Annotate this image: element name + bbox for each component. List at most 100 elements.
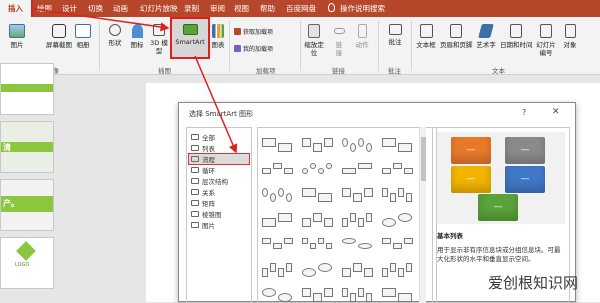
smartart-layout-thumbnail[interactable]: [382, 234, 418, 256]
smartart-layout-thumbnail[interactable]: [302, 234, 338, 256]
layout-shape: [353, 193, 362, 202]
tab-review[interactable]: 审阅: [210, 3, 225, 14]
smartart-layout-thumbnail[interactable]: [302, 284, 338, 302]
textbox-button[interactable]: 文本框: [414, 19, 438, 65]
tab-insert[interactable]: 插入: [0, 0, 33, 19]
category-process[interactable]: 流程: [188, 153, 250, 165]
smartart-layout-thumbnail[interactable]: [382, 209, 418, 231]
smartart-layout-thumbnail[interactable]: [262, 209, 298, 231]
category-matrix[interactable]: 矩阵: [189, 198, 249, 208]
smartart-layout-thumbnail[interactable]: [262, 284, 298, 302]
category-picture[interactable]: 图片: [189, 220, 249, 230]
category-relationship[interactable]: 关系: [189, 187, 249, 197]
get-addins-button[interactable]: 获取加载项: [234, 27, 273, 36]
layout-shape: [318, 238, 324, 244]
category-all[interactable]: 全部: [189, 132, 249, 142]
photo-album-button[interactable]: 相册: [72, 19, 94, 65]
layout-shape: [358, 288, 364, 297]
tell-me-search[interactable]: 操作说明搜索: [340, 3, 385, 14]
smartart-layout-thumbnail[interactable]: [302, 134, 338, 156]
smartart-layout-thumbnail[interactable]: [302, 259, 338, 281]
comment-button[interactable]: 批注: [384, 19, 406, 65]
slide-thumbnail[interactable]: LOGO: [0, 237, 54, 289]
layout-shape: [262, 288, 276, 297]
gallery-scrollbar[interactable]: [419, 127, 426, 303]
smartart-layout-thumbnail[interactable]: [342, 134, 378, 156]
category-list-item[interactable]: 列表: [189, 143, 249, 153]
smartart-layout-thumbnail[interactable]: [382, 134, 418, 156]
category-hierarchy[interactable]: 层次结构: [189, 176, 249, 186]
my-addins-button[interactable]: 我的加载项: [234, 44, 273, 53]
photo-album-icon: [75, 24, 91, 38]
smartart-layout-thumbnail[interactable]: [262, 134, 298, 156]
layout-shape: [318, 263, 332, 272]
smartart-layout-thumbnail[interactable]: [342, 184, 378, 206]
tab-record[interactable]: 录制: [184, 3, 199, 14]
header-footer-button[interactable]: 页眉和页脚: [440, 19, 473, 65]
smartart-layout-thumbnail[interactable]: [382, 259, 418, 281]
preview-box-gray: —: [505, 137, 545, 164]
smartart-layout-thumbnail[interactable]: [262, 159, 298, 181]
layout-shape: [358, 243, 372, 249]
tab-animations[interactable]: 动画: [113, 3, 128, 14]
slide-number-button[interactable]: 幻灯片 编号: [534, 19, 558, 65]
smartart-layout-thumbnail[interactable]: [382, 184, 418, 206]
icons-button[interactable]: 图标: [127, 19, 147, 65]
layout-shape: [398, 268, 404, 277]
group-separator: [99, 21, 100, 71]
smartart-layout-thumbnail[interactable]: [342, 284, 378, 302]
smartart-layout-thumbnail[interactable]: [262, 259, 298, 281]
smartart-layout-thumbnail[interactable]: [342, 209, 378, 231]
layout-shape: [358, 163, 372, 169]
smartart-layout-thumbnail[interactable]: [342, 159, 378, 181]
tab-transitions[interactable]: 切换: [88, 3, 103, 14]
tab-slideshow[interactable]: 幻灯片放映: [140, 3, 178, 14]
smartart-layout-thumbnail[interactable]: [302, 209, 338, 231]
store-icon: [234, 28, 241, 35]
tab-design[interactable]: 设计: [62, 3, 77, 14]
layout-shape: [342, 188, 351, 197]
tab-view[interactable]: 视图: [234, 3, 249, 14]
addins-group-label: 加载项: [256, 67, 276, 75]
link-button[interactable]: 链 接: [330, 19, 348, 65]
tab-baidu-pan[interactable]: 百度网盘: [286, 3, 316, 14]
action-button[interactable]: 动作: [352, 19, 372, 65]
picture-button[interactable]: 图片: [4, 19, 30, 65]
layout-shape: [278, 213, 292, 222]
smartart-layout-thumbnail[interactable]: [382, 284, 418, 302]
category-cycle[interactable]: 循环: [189, 165, 249, 175]
zoom-icon: [308, 24, 320, 38]
zoom-button[interactable]: 缩放定 位: [302, 19, 326, 65]
smartart-layout-thumbnail[interactable]: [342, 259, 378, 281]
smartart-layout-thumbnail[interactable]: [382, 159, 418, 181]
category-icon: [191, 189, 199, 195]
layout-shape: [302, 238, 308, 244]
tab-draw[interactable]: 绘图: [37, 3, 52, 14]
slide-thumbnail[interactable]: 产。: [0, 179, 54, 231]
smartart-layout-thumbnail[interactable]: [342, 234, 378, 256]
chart-button[interactable]: 图表: [209, 19, 227, 65]
layout-shape: [326, 243, 332, 249]
smartart-layout-thumbnail[interactable]: [262, 234, 298, 256]
textbox-icon: [419, 24, 433, 38]
scrollbar-thumb[interactable]: [421, 137, 426, 181]
help-button[interactable]: ?: [522, 108, 526, 117]
object-button[interactable]: 对象: [560, 19, 580, 65]
category-pyramid[interactable]: 棱锥图: [189, 209, 249, 219]
shapes-button[interactable]: 形状: [104, 19, 126, 65]
smartart-button[interactable]: SmartArt: [170, 17, 210, 59]
wordart-button[interactable]: 艺术字: [474, 19, 498, 65]
slide-thumbnail[interactable]: 清: [0, 121, 54, 173]
smartart-layout-thumbnail[interactable]: [262, 184, 298, 206]
link-icon: [333, 28, 345, 34]
close-button[interactable]: ✕: [552, 107, 560, 117]
tab-help[interactable]: 帮助: [260, 3, 275, 14]
layout-shape: [358, 138, 364, 147]
layout-shape: [398, 213, 412, 222]
slide-thumbnail[interactable]: [0, 63, 54, 115]
smartart-layout-thumbnail[interactable]: [302, 184, 338, 206]
smartart-layout-thumbnail[interactable]: [302, 159, 338, 181]
datetime-button[interactable]: 日期和时间: [500, 19, 533, 65]
3d-models-button[interactable]: 3D 模 型: [148, 19, 170, 65]
preview-title: 基本列表: [437, 232, 463, 240]
